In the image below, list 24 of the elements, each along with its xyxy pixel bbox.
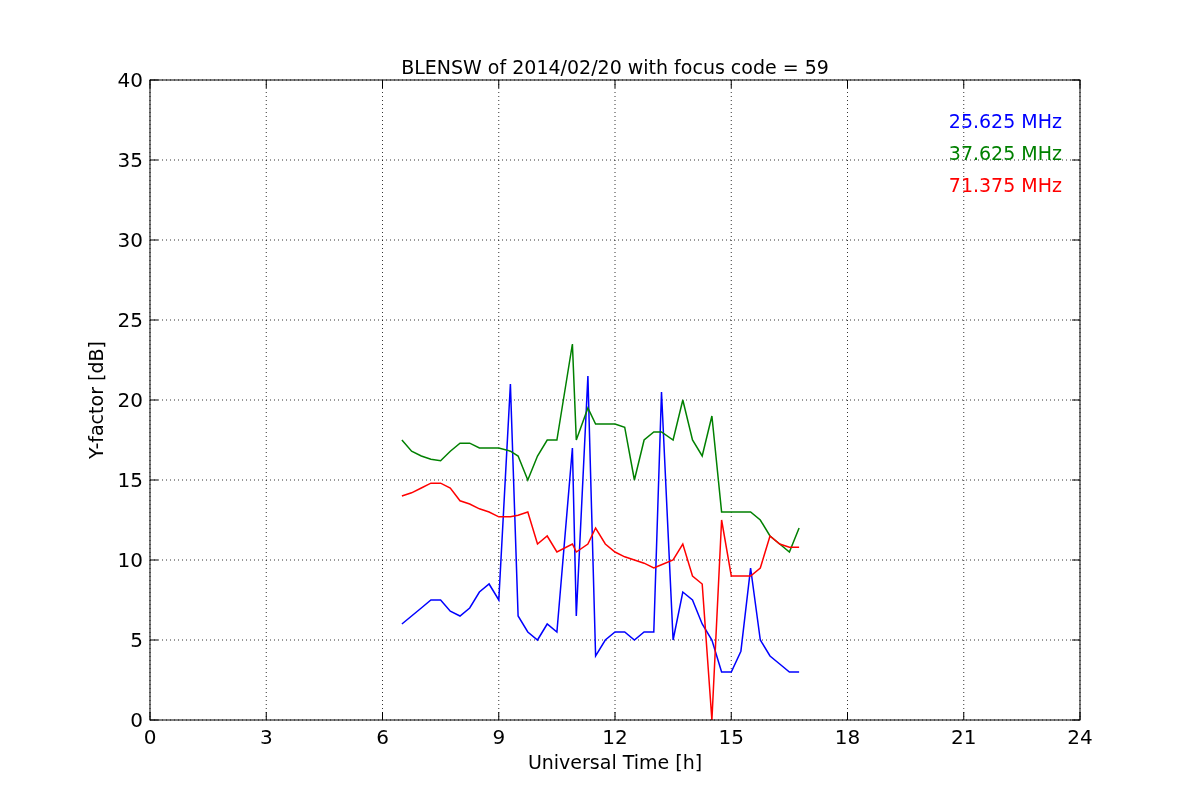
y-axis-label: Y-factor [dB] bbox=[85, 341, 107, 459]
x-tick-label: 21 bbox=[951, 725, 977, 749]
x-tick-label: 18 bbox=[834, 725, 861, 749]
y-tick-label: 5 bbox=[130, 628, 143, 652]
y-tick-label: 10 bbox=[117, 548, 143, 572]
x-tick-label: 3 bbox=[259, 725, 273, 749]
y-tick-label: 0 bbox=[130, 708, 143, 732]
chart-title: BLENSW of 2014/02/20 with focus code = 59 bbox=[401, 56, 829, 78]
y-tick-label: 40 bbox=[117, 68, 143, 92]
legend-entry: 25.625 MHz bbox=[948, 110, 1062, 132]
y-tick-label: 30 bbox=[117, 228, 143, 252]
x-tick-label: 0 bbox=[143, 725, 157, 749]
y-tick-label: 15 bbox=[117, 468, 143, 492]
x-axis-label: Universal Time [h] bbox=[527, 751, 703, 773]
x-tick-label: 9 bbox=[492, 725, 506, 749]
x-tick-label: 24 bbox=[1067, 725, 1093, 749]
legend-entry: 37.625 MHz bbox=[948, 142, 1062, 164]
y-tick-label: 25 bbox=[117, 308, 143, 332]
y-tick-label: 35 bbox=[117, 148, 143, 172]
x-tick-label: 15 bbox=[718, 725, 744, 749]
x-tick-label: 6 bbox=[376, 725, 389, 749]
legend-entry: 71.375 MHz bbox=[948, 174, 1062, 196]
x-tick-label: 12 bbox=[602, 725, 628, 749]
y-tick-label: 20 bbox=[117, 388, 143, 412]
